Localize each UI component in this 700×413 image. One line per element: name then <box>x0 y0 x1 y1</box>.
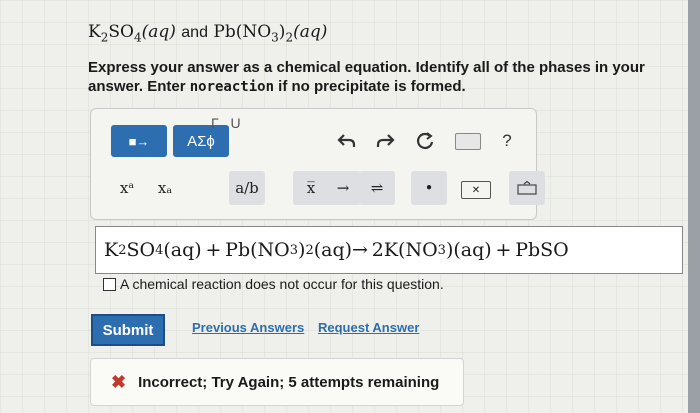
templates-button[interactable]: ■→ <box>111 125 167 157</box>
toolbar-fragment-text: Г U <box>211 115 245 131</box>
keyboard-toggle-icon[interactable] <box>509 171 545 205</box>
window-edge <box>688 0 700 413</box>
answer-subscript: 4 <box>155 242 164 258</box>
answer-subscript: 3 <box>437 242 446 258</box>
reactant2-subscript-2: 2 <box>285 30 294 45</box>
request-answer-link[interactable]: Request Answer <box>318 320 419 335</box>
reactant2-symbol: Pb(NO <box>213 22 272 42</box>
question-connector: and <box>181 24 208 41</box>
reaction-arrow-button[interactable]: → <box>325 171 361 205</box>
undo-icon[interactable] <box>335 129 359 153</box>
vector-button[interactable]: x̅ <box>293 171 329 205</box>
delete-icon[interactable]: ✕ <box>461 181 491 199</box>
instructions-text: Express your answer as a chemical equati… <box>88 58 648 97</box>
equation-editor-toolbar: ■→ ΑΣϕ Г U ? xᵃ xₐ a/b x̅ → ⇌ • ✕ <box>90 108 545 220</box>
dot-button[interactable]: • <box>411 171 447 205</box>
answer-subscript: 2 <box>305 242 314 258</box>
fraction-button[interactable]: a/b <box>229 171 265 205</box>
feedback-box: ✖ Incorrect; Try Again; 5 attempts remai… <box>90 358 464 406</box>
instructions-line2: if no precipitate is formed. <box>274 78 466 95</box>
no-reaction-label: A chemical reaction does not occur for t… <box>120 276 444 292</box>
previous-answers-link[interactable]: Previous Answers <box>192 320 304 335</box>
answer-part: (aq) + Pb(NO <box>163 239 290 261</box>
keyboard-icon[interactable] <box>455 133 481 150</box>
answer-part: ) <box>298 239 306 261</box>
superscript-button[interactable]: xᵃ <box>109 171 145 205</box>
answer-subscript: 3 <box>289 242 299 258</box>
redo-icon[interactable] <box>373 129 397 153</box>
incorrect-icon: ✖ <box>111 371 127 392</box>
equilibrium-arrow-button[interactable]: ⇌ <box>359 171 395 205</box>
no-reaction-option[interactable]: A chemical reaction does not occur for t… <box>103 276 444 292</box>
answer-part: K <box>104 239 119 261</box>
noreaction-code: noreaction <box>189 79 275 95</box>
question-title: K2SO4(aq) and Pb(NO3)2(aq) <box>88 22 327 44</box>
help-button[interactable]: ? <box>497 129 517 153</box>
answer-part: SO <box>126 239 156 261</box>
reactant2-phase: (aq) <box>293 22 328 42</box>
reset-icon[interactable] <box>413 129 437 153</box>
feedback-message: Incorrect; Try Again; 5 attempts remaini… <box>138 373 440 391</box>
answer-part: (aq)→ 2K(NO <box>313 239 438 261</box>
reactant2-subscript: 3 <box>271 30 279 45</box>
reactant1-symbol: K <box>88 22 101 42</box>
reactant1-sulfate: SO <box>108 22 134 42</box>
reactant1-subscript-2: 4 <box>133 30 142 45</box>
reactant1-phase: (aq) <box>141 22 176 42</box>
no-reaction-checkbox[interactable] <box>103 277 116 291</box>
subscript-button[interactable]: xₐ <box>147 171 183 205</box>
answer-input[interactable]: K 2 SO 4 (aq) + Pb(NO 3) 2 (aq)→ 2K(NO 3)(aq) + … <box>95 226 683 274</box>
answer-subscript: 2 <box>118 242 127 258</box>
submit-button[interactable]: Submit <box>91 314 165 346</box>
question-panel: K2SO4(aq) and Pb(NO3)2(aq) Express your … <box>0 0 688 413</box>
answer-part: )(aq) + PbSO <box>445 239 569 261</box>
